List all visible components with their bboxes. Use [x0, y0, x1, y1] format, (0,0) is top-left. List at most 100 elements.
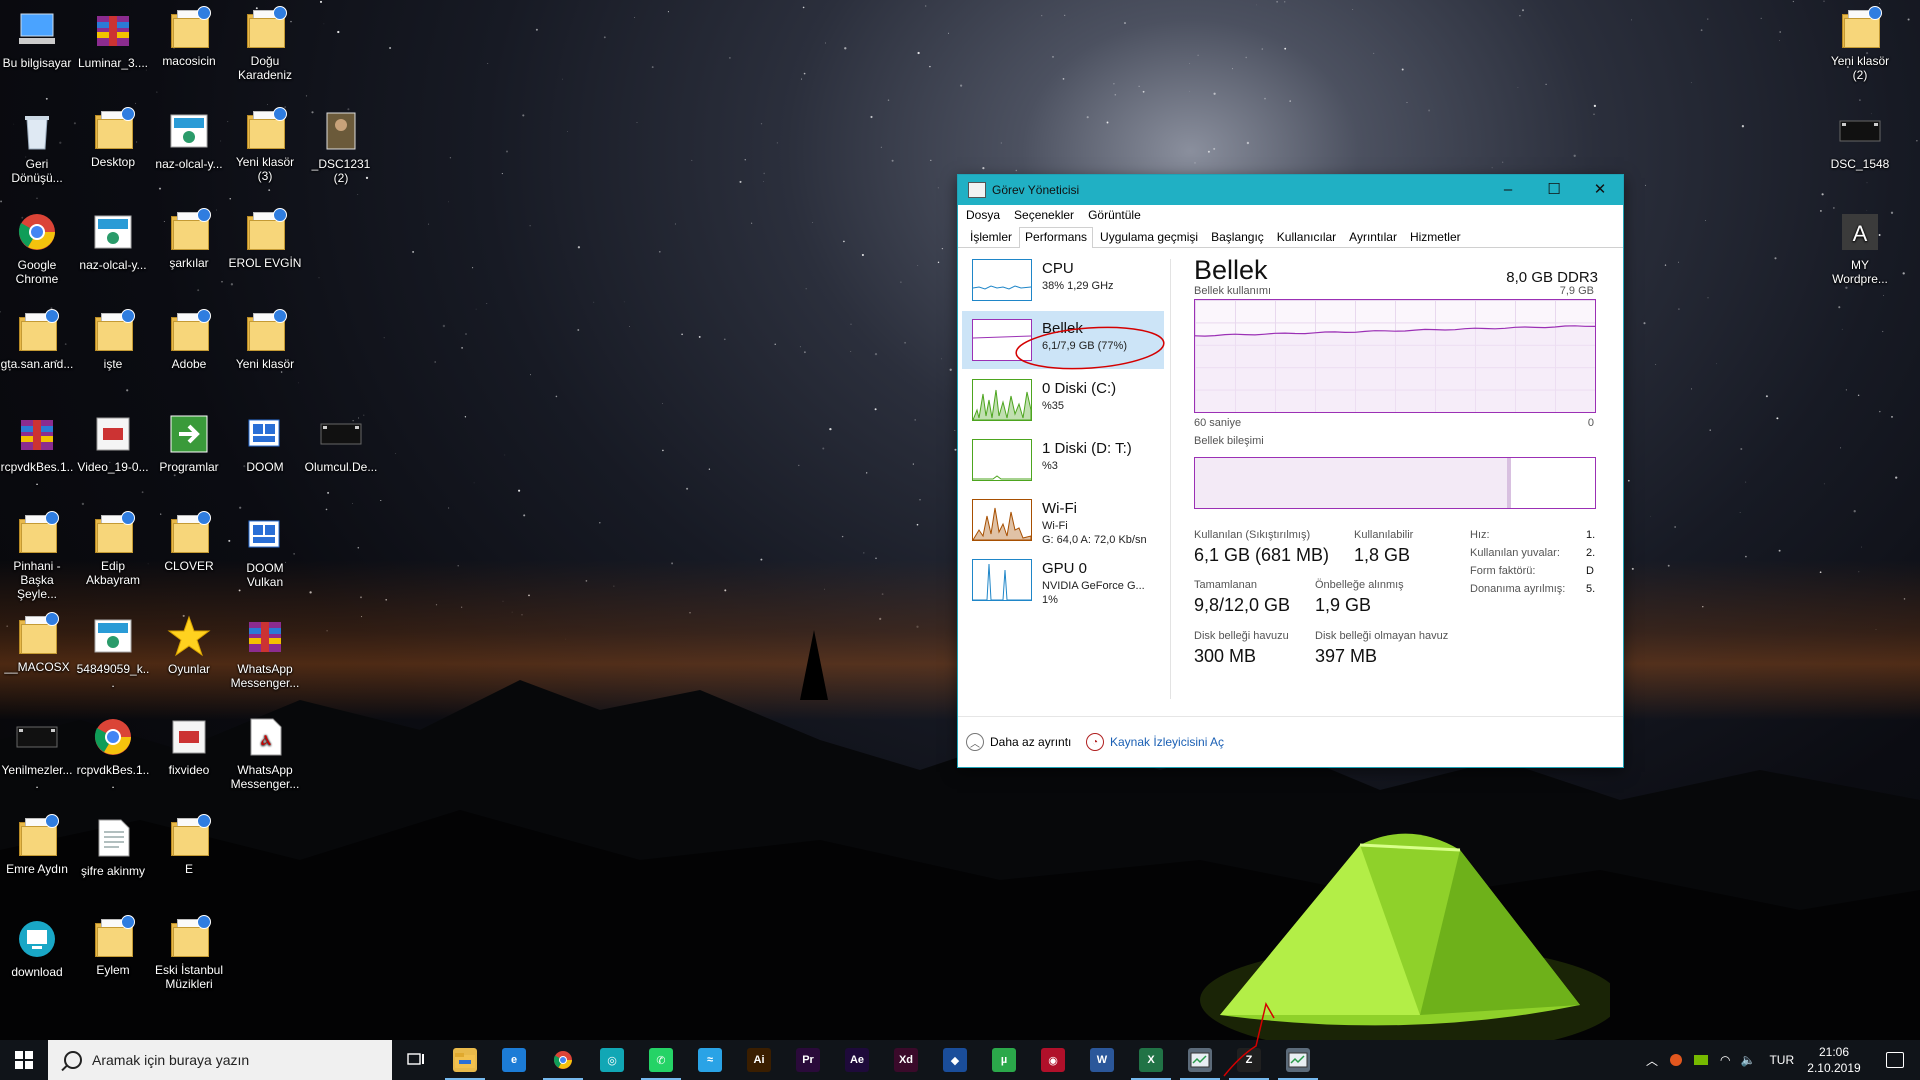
app-cube-icon[interactable]: ◆ — [943, 1048, 967, 1072]
edge-icon[interactable]: e — [502, 1048, 526, 1072]
desktop-icon[interactable]: Yeni klasör (3) — [228, 107, 302, 183]
desktop-icon[interactable]: Yeni klasör — [228, 309, 302, 371]
tab-processes[interactable]: İşlemler — [964, 227, 1018, 247]
desktop-icon[interactable]: Yeni klasör (2) — [1823, 6, 1897, 82]
desktop-icon[interactable]: WhatsApp Messenger... — [228, 614, 302, 690]
resource-item-bellek[interactable]: Bellek 6,1/7,9 GB (77%) — [962, 311, 1164, 369]
desktop-icon[interactable]: şifre akinmy — [76, 816, 150, 878]
utorrent-icon[interactable]: µ — [992, 1048, 1016, 1072]
desktop-icon[interactable]: Ⲁ WhatsApp Messenger... — [228, 715, 302, 791]
desktop-icon[interactable]: Bu bilgisayar — [0, 8, 74, 70]
desktop-icon[interactable]: Programlar — [152, 412, 226, 474]
desktop-icon[interactable]: şarkılar — [152, 208, 226, 270]
chrome-icon[interactable] — [551, 1048, 575, 1072]
desktop-icon[interactable]: Luminar_3.... — [76, 8, 150, 70]
tab-startup[interactable]: Başlangıç — [1205, 227, 1270, 247]
illustrator-icon[interactable]: Ai — [747, 1048, 771, 1072]
desktop-icon[interactable]: rcpvdkBes.1... — [0, 412, 74, 488]
desktop-icon[interactable]: macosicin — [152, 6, 226, 68]
resource-item-1-diski-d-t[interactable]: 1 Diski (D: T:) %3 — [962, 431, 1164, 489]
wifi-icon[interactable]: ◠ — [1720, 1053, 1730, 1067]
notifications-icon[interactable] — [1886, 1052, 1904, 1068]
desktop-icon[interactable]: naz-olcal-y... — [152, 109, 226, 171]
desktop-icon[interactable]: Adobe — [152, 309, 226, 371]
desktop-icon[interactable]: naz-olcal-y... — [76, 210, 150, 272]
fewer-details-button[interactable]: ︿ Daha az ayrıntı — [966, 733, 1071, 751]
desktop-icon[interactable]: CLOVER — [152, 511, 226, 573]
desktop-icon[interactable]: EROL EVGİN — [228, 208, 302, 270]
desktop-icon[interactable]: Olumcul.De... — [304, 412, 378, 474]
resource-item-gpu-0[interactable]: GPU 0 NVIDIA GeForce G... 1% — [962, 551, 1164, 609]
desktop-icon-label: Bu bilgisayar — [2, 56, 72, 70]
desktop-icon[interactable]: __MACOSX — [0, 612, 74, 674]
resource-item-wi-fi[interactable]: Wi-Fi Wi-Fi G: 64,0 A: 72,0 Kb/sn — [962, 491, 1164, 549]
start-button[interactable] — [0, 1040, 48, 1080]
premiere-icon[interactable]: Pr — [796, 1048, 820, 1072]
desktop-icon[interactable]: download — [0, 917, 74, 979]
task-view-icon[interactable] — [404, 1048, 428, 1072]
resource-monitor-link[interactable]: ◔ Kaynak İzleyicisini Aç — [1086, 733, 1224, 751]
file-explorer-icon[interactable] — [453, 1048, 477, 1072]
desktop-icon[interactable]: DSC_1548 — [1823, 109, 1897, 171]
app-blue-icon[interactable]: ≈ — [698, 1048, 722, 1072]
tab-users[interactable]: Kullanıcılar — [1271, 227, 1342, 247]
word-icon[interactable]: W — [1090, 1048, 1114, 1072]
desktop-icon[interactable]: _DSC1231 (2) — [304, 109, 378, 185]
maximize-button[interactable]: ☐ — [1531, 175, 1577, 205]
nvidia-icon[interactable] — [1694, 1055, 1709, 1065]
volume-icon[interactable]: 🔈 — [1741, 1053, 1756, 1067]
desktop-icon[interactable]: Google Chrome — [0, 210, 74, 286]
app-z-icon[interactable]: Z — [1237, 1048, 1261, 1072]
app-teal-icon[interactable]: ◎ — [600, 1048, 624, 1072]
desktop-icon[interactable]: DOOM Vulkan — [228, 513, 302, 589]
title-bar[interactable]: Görev Yöneticisi – ☐ ✕ — [958, 175, 1623, 205]
app-red-icon[interactable]: ◉ — [1041, 1048, 1065, 1072]
desktop-icon[interactable]: rcpvdkBes.1... — [76, 715, 150, 791]
desktop-icon[interactable]: Doğu Karadeniz — [228, 6, 302, 82]
desktop-icon[interactable]: Pinhani - Başka Şeyle... — [0, 511, 74, 601]
desktop-icon[interactable]: Desktop — [76, 107, 150, 169]
resource-item-cpu[interactable]: CPU 38% 1,29 GHz — [962, 251, 1164, 309]
desktop-icon[interactable]: Edip Akbayram — [76, 511, 150, 587]
desktop-icon[interactable]: Emre Aydın — [0, 814, 74, 876]
star — [1859, 99, 1861, 101]
resource-subtitle: %3 — [1042, 460, 1058, 472]
desktop-icon[interactable]: Eski İstanbul Müzikleri — [152, 915, 226, 991]
whatsapp-icon[interactable]: ✆ — [649, 1048, 673, 1072]
tab-details[interactable]: Ayrıntılar — [1343, 227, 1403, 247]
xd-icon[interactable]: Xd — [894, 1048, 918, 1072]
close-button[interactable]: ✕ — [1577, 175, 1623, 205]
show-hidden-icons-icon[interactable]: ︿ — [1646, 1052, 1658, 1069]
menu-view[interactable]: Görüntüle — [1088, 208, 1141, 222]
desktop-icon[interactable]: E — [152, 814, 226, 876]
desktop-icon[interactable]: Eylem — [76, 915, 150, 977]
after-effects-icon[interactable]: Ae — [845, 1048, 869, 1072]
taskmgr-pin-icon[interactable] — [1188, 1048, 1212, 1072]
desktop-icon[interactable]: Oyunlar — [152, 614, 226, 676]
task-manager-window[interactable]: Görev Yöneticisi – ☐ ✕ Dosya Seçenekler … — [957, 174, 1624, 768]
tray-app-orange-icon[interactable] — [1670, 1054, 1683, 1066]
clock[interactable]: 21:06 2.10.2019 — [1804, 1044, 1864, 1076]
desktop-icon[interactable]: A MY Wordpre... — [1823, 210, 1897, 286]
desktop-icon[interactable]: Geri Dönüşü... — [0, 109, 74, 185]
desktop-icon[interactable]: Yenilmezler.... — [0, 715, 74, 791]
menu-options[interactable]: Seçenekler — [1014, 208, 1074, 222]
menu-file[interactable]: Dosya — [966, 208, 1000, 222]
desktop-icon[interactable]: 54849059_k... — [76, 614, 150, 690]
search-box[interactable]: Aramak için buraya yazın — [48, 1040, 392, 1080]
excel-icon[interactable]: X — [1139, 1048, 1163, 1072]
resource-item-0-diski-c[interactable]: 0 Diski (C:) %35 — [962, 371, 1164, 429]
tab-services[interactable]: Hizmetler — [1404, 227, 1467, 247]
star — [1779, 39, 1780, 41]
desktop-icon[interactable]: fixvideo — [152, 715, 226, 777]
tab-performance[interactable]: Performans — [1019, 227, 1094, 248]
tab-app-history[interactable]: Uygulama geçmişi — [1094, 227, 1204, 247]
minimize-button[interactable]: – — [1485, 175, 1531, 205]
desktop-icon[interactable]: gta.san.and... — [0, 309, 74, 371]
taskmgr-running-icon[interactable] — [1286, 1048, 1310, 1072]
language-indicator[interactable]: TUR — [1769, 1053, 1794, 1067]
desktop-icon[interactable]: DOOM — [228, 412, 302, 474]
folder-icon — [228, 208, 302, 250]
desktop-icon[interactable]: işte — [76, 309, 150, 371]
desktop-icon[interactable]: Video_19-0... — [76, 412, 150, 474]
